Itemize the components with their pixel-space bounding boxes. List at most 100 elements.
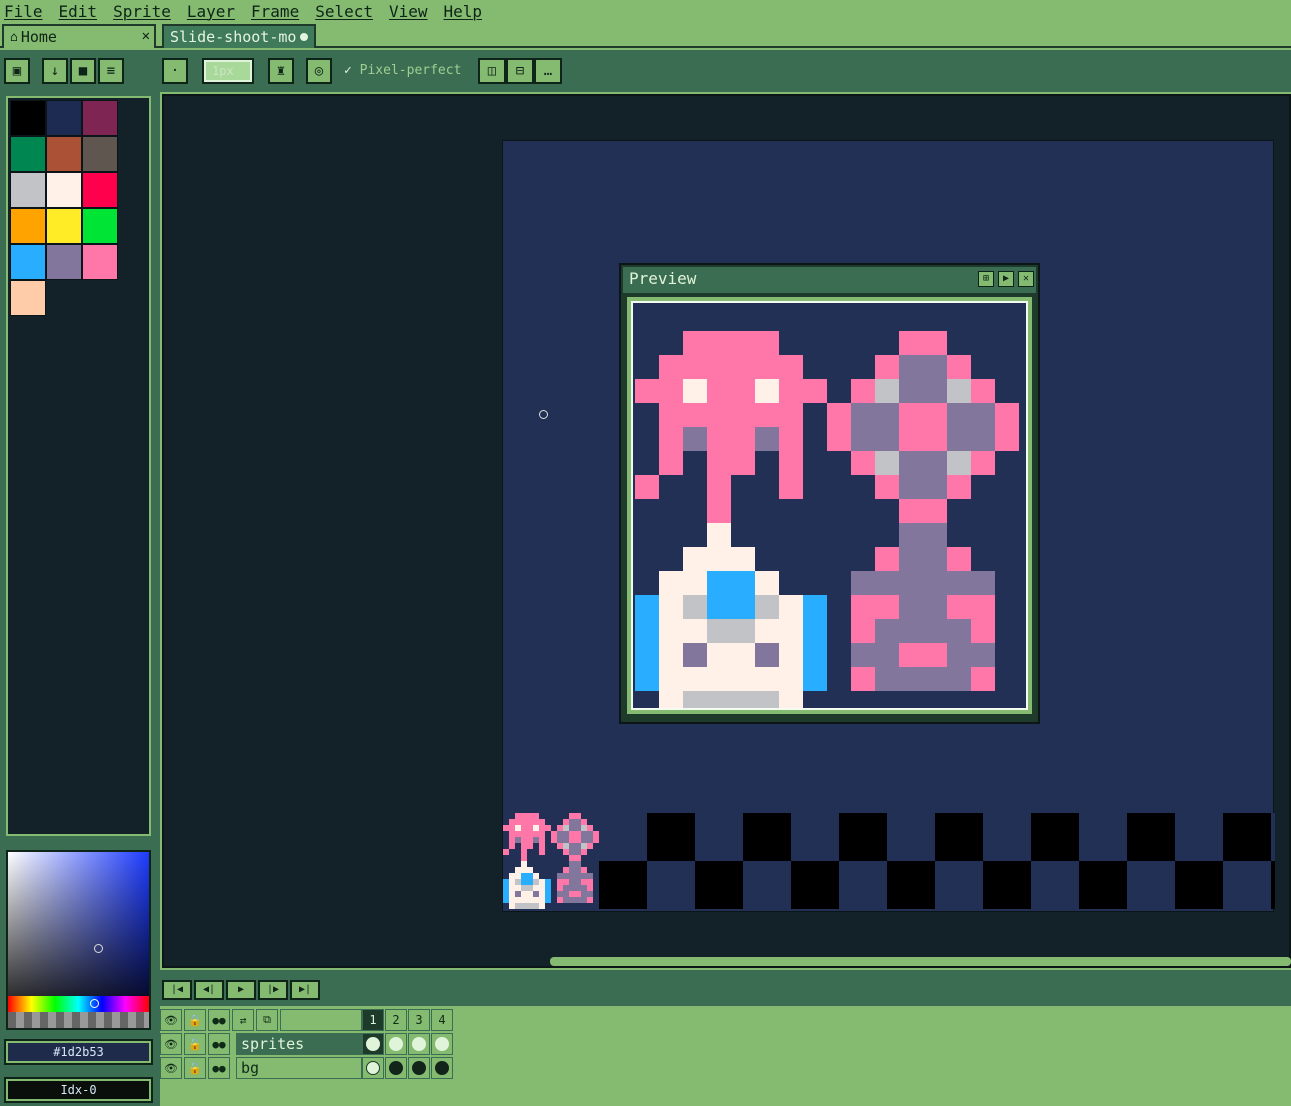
- menu-select[interactable]: Select: [315, 2, 373, 21]
- palette-swatch[interactable]: [82, 100, 118, 136]
- lock-icon[interactable]: ▣: [4, 58, 30, 84]
- cel[interactable]: [362, 1057, 384, 1079]
- sprite-ship-pixel: [539, 897, 545, 903]
- continuous-icon[interactable]: ●●: [208, 1057, 230, 1079]
- symmetry-icon[interactable]: ◫: [478, 58, 506, 84]
- sprite-mine-pixel: [587, 837, 593, 843]
- palette-swatch[interactable]: [46, 172, 82, 208]
- sprite-mine-pixel: [575, 831, 581, 837]
- palette-swatch[interactable]: [10, 100, 46, 136]
- layer-row-sprites[interactable]: 👁 🔓 ●● sprites: [160, 1033, 620, 1057]
- sprite-squid-pixel: [515, 837, 521, 843]
- unlock-icon[interactable]: 🔓: [184, 1033, 206, 1055]
- cel[interactable]: [431, 1057, 453, 1079]
- ink-icon[interactable]: ♜: [268, 58, 294, 84]
- hex-color-field[interactable]: #1d2b53: [4, 1039, 153, 1065]
- eye-icon[interactable]: 👁: [160, 1033, 182, 1055]
- close-icon[interactable]: ✕: [142, 28, 150, 44]
- stop-icon[interactable]: ■: [70, 58, 96, 84]
- hue-slider[interactable]: [8, 996, 149, 1012]
- sprite-squid-pixel: [527, 837, 533, 843]
- cel[interactable]: [408, 1057, 430, 1079]
- unlock-icon[interactable]: 🔓: [184, 1057, 206, 1079]
- eye-icon[interactable]: 👁: [160, 1009, 182, 1031]
- cel[interactable]: [385, 1057, 407, 1079]
- next-frame-icon[interactable]: |▶: [258, 980, 288, 1000]
- sprite-mine-pixel: [563, 843, 569, 849]
- layer-group-icon[interactable]: ⇄: [232, 1009, 254, 1031]
- preview-tank-pixel: [875, 595, 899, 619]
- palette-swatch[interactable]: [46, 100, 82, 136]
- menu-view[interactable]: View: [389, 2, 428, 21]
- palette-swatch[interactable]: [10, 280, 46, 316]
- palette-swatch[interactable]: [46, 208, 82, 244]
- preview-ship-pixel: [803, 619, 827, 643]
- menu-sprite[interactable]: Sprite: [113, 2, 171, 21]
- menu-edit[interactable]: Edit: [59, 2, 98, 21]
- menu-help[interactable]: Help: [444, 2, 483, 21]
- frame-header-4[interactable]: 4: [431, 1009, 453, 1031]
- sprite-ship-pixel: [503, 891, 509, 897]
- preview-mine-pixel: [923, 451, 947, 475]
- import-icon[interactable]: ↓: [42, 58, 68, 84]
- preview-squid-pixel: [779, 475, 803, 499]
- palette-swatch[interactable]: [46, 244, 82, 280]
- frame-header-3[interactable]: 3: [408, 1009, 430, 1031]
- menu-frame[interactable]: Frame: [251, 2, 299, 21]
- lock-icon[interactable]: 🔒: [184, 1009, 206, 1031]
- continuous-icon[interactable]: ●●: [208, 1009, 230, 1031]
- symmetry-vertical-icon[interactable]: ⊟: [506, 58, 534, 84]
- horizontal-scrollbar[interactable]: [550, 957, 1291, 966]
- eye-icon[interactable]: 👁: [160, 1057, 182, 1079]
- modified-indicator[interactable]: [300, 33, 308, 41]
- menu-layer[interactable]: Layer: [187, 2, 235, 21]
- layer-name-sprites[interactable]: sprites: [236, 1033, 362, 1055]
- tab-home[interactable]: ⌂ Home ✕: [2, 24, 156, 48]
- cel[interactable]: [431, 1033, 453, 1055]
- palette-swatch[interactable]: [46, 136, 82, 172]
- menu-icon[interactable]: ≡: [98, 58, 124, 84]
- palette-swatch[interactable]: [10, 172, 46, 208]
- cel[interactable]: [385, 1033, 407, 1055]
- frame-header-2[interactable]: 2: [385, 1009, 407, 1031]
- layer-name-bg[interactable]: bg: [236, 1057, 362, 1079]
- preview-squid-pixel: [779, 355, 803, 379]
- palette-swatch[interactable]: [10, 208, 46, 244]
- center-icon[interactable]: ⊞: [978, 271, 994, 287]
- preview-ship-pixel: [659, 667, 683, 691]
- preview-mine-pixel: [947, 403, 971, 427]
- palette-swatch[interactable]: [10, 244, 46, 280]
- menu-file[interactable]: File: [4, 2, 43, 21]
- continuous-icon[interactable]: ●●: [208, 1033, 230, 1055]
- cel[interactable]: [362, 1033, 384, 1055]
- alpha-slider[interactable]: [8, 1012, 149, 1028]
- layer-row-bg[interactable]: 👁 🔓 ●● bg: [160, 1057, 620, 1081]
- palette-swatch[interactable]: [82, 172, 118, 208]
- cel[interactable]: [408, 1033, 430, 1055]
- palette-swatch[interactable]: [82, 244, 118, 280]
- brush-type-button[interactable]: ·: [162, 58, 188, 84]
- tab-sprite-file[interactable]: Slide-shoot-mo: [162, 24, 316, 48]
- palette-swatch[interactable]: [10, 136, 46, 172]
- picker-cursor[interactable]: [94, 944, 103, 953]
- onion-skin-icon[interactable]: ⧉: [256, 1009, 278, 1031]
- dynamics-icon[interactable]: ◎: [306, 58, 332, 84]
- preview-ship-pixel: [683, 643, 707, 667]
- pixel-perfect-checkbox[interactable]: ✓ Pixel-perfect: [344, 63, 461, 78]
- first-frame-icon[interactable]: |◀: [162, 980, 192, 1000]
- palette-swatch[interactable]: [82, 136, 118, 172]
- preview-squid-pixel: [755, 331, 779, 355]
- play-icon[interactable]: ▶: [226, 980, 256, 1000]
- hue-cursor[interactable]: [90, 999, 99, 1008]
- sprite-mine-pixel: [557, 831, 563, 837]
- palette-swatch[interactable]: [82, 208, 118, 244]
- preview-window[interactable]: Preview ⊞ ▶ ✕: [619, 263, 1040, 724]
- play-icon[interactable]: ▶: [998, 271, 1014, 287]
- brush-size-input[interactable]: 1px: [202, 58, 254, 84]
- preview-ship-pixel: [683, 595, 707, 619]
- close-icon[interactable]: ✕: [1018, 271, 1034, 287]
- last-frame-icon[interactable]: ▶|: [290, 980, 320, 1000]
- more-options-icon[interactable]: …: [534, 58, 562, 84]
- prev-frame-icon[interactable]: ◀|: [194, 980, 224, 1000]
- frame-header-1[interactable]: 1: [362, 1009, 384, 1031]
